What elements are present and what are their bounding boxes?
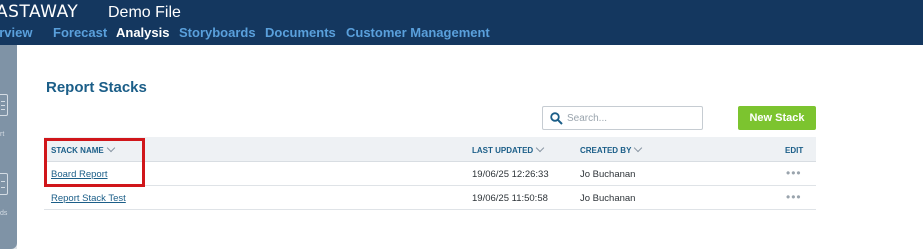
page-title: Report Stacks [46,79,147,96]
more-options-icon[interactable]: ••• [786,166,802,180]
search-icon [550,112,563,125]
column-header-last-updated[interactable]: LAST UPDATED [472,143,545,155]
created-by-cell: Jo Buchanan [580,169,636,180]
last-updated-cell: 19/06/25 11:50:58 [472,193,548,204]
file-title: Demo File [108,4,181,21]
column-header-edit: EDIT [785,146,804,155]
report-stacks-table: STACK NAME LAST UPDATED CREATED BY EDIT … [44,137,816,210]
more-options-icon[interactable]: ••• [786,190,802,204]
nav-customer-management[interactable]: Customer Management [346,25,490,40]
left-sidebar: rt ds [0,45,17,249]
stack-name-link[interactable]: Report Stack Test [51,193,126,204]
nav-overview[interactable]: erview [0,25,32,40]
sidebar-label-storyboards: ds [0,210,8,217]
new-stack-button[interactable]: New Stack [738,106,816,130]
storyboards-icon[interactable] [0,173,8,195]
nav-documents[interactable]: Documents [265,25,336,40]
annotation-highlight-box [44,138,145,187]
created-by-cell: Jo Buchanan [580,193,636,204]
nav-storyboards[interactable]: Storyboards [179,25,256,40]
table-row: Report Stack Test 19/06/25 11:50:58 Jo B… [44,186,816,210]
search-box[interactable] [542,106,703,130]
sidebar-label-report: rt [0,131,5,138]
report-icon[interactable] [0,94,8,116]
column-header-created-by[interactable]: CREATED BY [580,143,643,155]
top-header: ASTAWAY Demo File erview Forecast Analys… [0,0,923,45]
table-header: STACK NAME LAST UPDATED CREATED BY EDIT [44,137,816,162]
nav-forecast[interactable]: Forecast [53,25,107,40]
last-updated-cell: 19/06/25 12:26:33 [472,169,549,180]
chevron-down-icon [535,143,545,153]
main-panel: Report Stacks New Stack STACK NAME LAST … [17,45,923,249]
nav-analysis[interactable]: Analysis [116,25,169,40]
app-logo: ASTAWAY [0,2,79,22]
chevron-down-icon [634,143,643,153]
table-row: Board Report 19/06/25 12:26:33 Jo Buchan… [44,162,816,186]
search-input[interactable] [567,110,697,126]
